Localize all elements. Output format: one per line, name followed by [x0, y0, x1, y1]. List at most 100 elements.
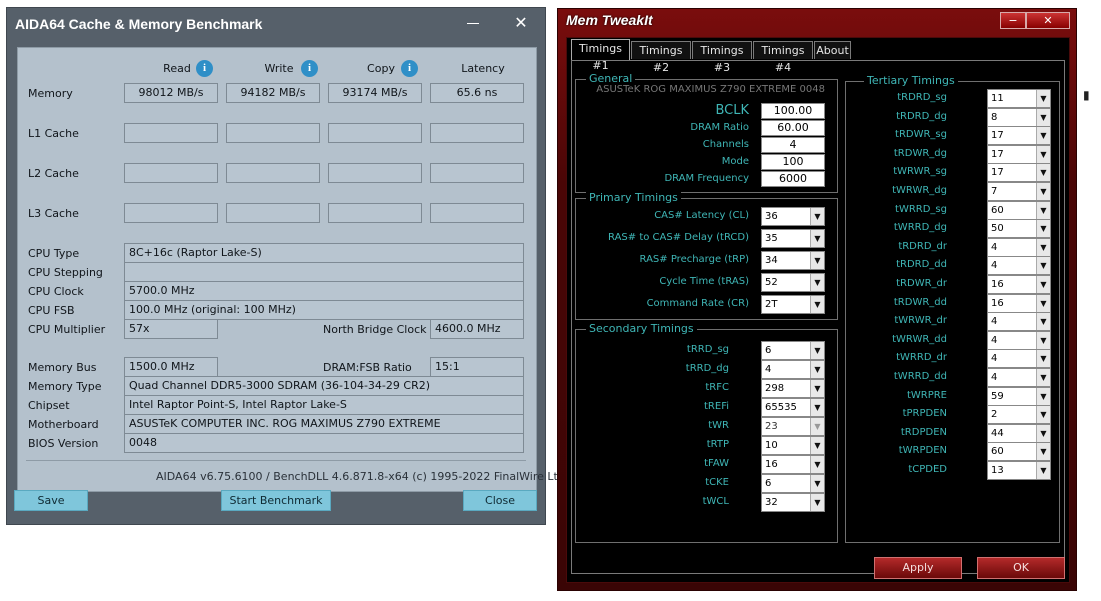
- tertiary-timing-label: tRDWR_dd: [893, 296, 947, 308]
- tertiary-timing-value: 17: [991, 167, 1004, 179]
- memory-label: Memory: [28, 87, 73, 100]
- tertiary-timing-label: tRDWR_sg: [895, 129, 947, 141]
- tertiary-timing-value: 59: [991, 390, 1004, 402]
- general-group: General ASUSTeK ROG MAXIMUS Z790 EXTREME…: [575, 72, 838, 193]
- tertiary-timing-label: tCPDED: [908, 464, 947, 475]
- tertiary-timing-dropdown[interactable]: 17 ▼: [987, 126, 1051, 146]
- tertiary-timing-dropdown[interactable]: 4 ▼: [987, 237, 1051, 257]
- dropdown-arrow-icon: ▼: [1036, 127, 1050, 145]
- mode-value: 100: [761, 154, 825, 170]
- cpu-clock-value: 5700.0 MHz: [124, 281, 524, 301]
- l2-read-value: [124, 163, 218, 183]
- tertiary-timing-dropdown[interactable]: 59 ▼: [987, 386, 1051, 406]
- memtweakit-body: Timings #1 Timings #2 Timings #3 Timings…: [566, 37, 1070, 583]
- tab-timings-4[interactable]: Timings #4: [753, 41, 813, 74]
- trp-dropdown[interactable]: 34 ▼: [761, 251, 825, 270]
- tras-dropdown[interactable]: 52 ▼: [761, 273, 825, 292]
- tertiary-timing-dropdown[interactable]: 4 ▼: [987, 312, 1051, 332]
- twcl-dropdown[interactable]: 32 ▼: [761, 493, 825, 512]
- tertiary-timing-dropdown[interactable]: 17 ▼: [987, 163, 1051, 183]
- minimize-button[interactable]: −: [1000, 12, 1026, 29]
- tab-timings-3[interactable]: Timings #3: [692, 41, 752, 74]
- tertiary-timing-label: tRDWR_dg: [893, 147, 947, 159]
- tertiary-timing-dropdown[interactable]: 16 ▼: [987, 275, 1051, 294]
- tertiary-timing-dropdown[interactable]: 8 ▼: [987, 107, 1051, 127]
- tertiary-timing-dropdown[interactable]: 16 ▼: [987, 293, 1051, 313]
- dropdown-arrow-icon: ▼: [810, 475, 824, 492]
- motherboard-value: ASUSTeK COMPUTER INC. ROG MAXIMUS Z790 E…: [124, 414, 524, 434]
- tertiary-timing-dropdown[interactable]: 60 ▼: [987, 442, 1051, 462]
- tertiary-timing-value: 17: [991, 148, 1004, 160]
- tertiary-timing-dropdown[interactable]: 7 ▼: [987, 182, 1051, 201]
- start-benchmark-button[interactable]: Start Benchmark: [221, 490, 331, 511]
- dropdown-arrow-icon: ▼: [810, 494, 824, 511]
- dropdown-arrow-icon: ▼: [1036, 350, 1050, 368]
- write-info-icon[interactable]: i: [301, 60, 318, 77]
- trcd-dropdown[interactable]: 35 ▼: [761, 229, 825, 248]
- tertiary-timing-dropdown[interactable]: 4 ▼: [987, 349, 1051, 369]
- memory-bus-label: Memory Bus: [28, 361, 97, 374]
- trrd-dg-dropdown[interactable]: 4 ▼: [761, 360, 825, 379]
- tab-timings-2[interactable]: Timings #2: [631, 41, 691, 74]
- ok-button[interactable]: OK: [977, 557, 1065, 579]
- channels-label: Channels: [702, 139, 749, 150]
- apply-button[interactable]: Apply: [874, 557, 962, 579]
- dropdown-arrow-icon: ▼: [1036, 108, 1050, 126]
- tertiary-timing-dropdown[interactable]: 4 ▼: [987, 256, 1051, 276]
- tertiary-timing-value: 2: [991, 409, 998, 421]
- chipset-label: Chipset: [28, 399, 70, 412]
- tertiary-timing-dropdown[interactable]: 50 ▼: [987, 219, 1051, 239]
- memory-read-value: 98012 MB/s: [124, 83, 218, 103]
- tertiary-timing-value: 4: [991, 260, 998, 272]
- memory-type-label: Memory Type: [28, 380, 102, 393]
- tertiary-timing-dropdown[interactable]: 13 ▼: [987, 461, 1051, 480]
- close-window-button[interactable]: ✕: [1026, 12, 1070, 29]
- timings-panel: General ASUSTeK ROG MAXIMUS Z790 EXTREME…: [571, 60, 1065, 574]
- tertiary-timing-dropdown[interactable]: 2 ▼: [987, 405, 1051, 425]
- tcke-dropdown[interactable]: 6 ▼: [761, 474, 825, 493]
- tab-about[interactable]: About: [814, 41, 851, 59]
- tab-timings-1[interactable]: Timings #1: [571, 39, 630, 72]
- tertiary-timing-dropdown[interactable]: 44 ▼: [987, 423, 1051, 443]
- window-title: Mem TweakIt: [566, 12, 653, 28]
- save-button[interactable]: Save: [14, 490, 88, 511]
- motherboard-label: Motherboard: [28, 418, 99, 431]
- l3-cache-label: L3 Cache: [28, 207, 79, 220]
- l2-cache-label: L2 Cache: [28, 167, 79, 180]
- copy-info-icon[interactable]: i: [401, 60, 418, 77]
- read-info-icon[interactable]: i: [196, 60, 213, 77]
- command-rate-label: Command Rate (CR): [646, 298, 749, 309]
- tertiary-timing-value: 44: [991, 427, 1004, 439]
- primary-timings-group: Primary Timings CAS# Latency (CL) 36 ▼ RA…: [575, 191, 838, 320]
- trrd-sg-dropdown[interactable]: 6 ▼: [761, 341, 825, 360]
- tertiary-timing-dropdown[interactable]: 17 ▼: [987, 144, 1051, 164]
- tfaw-dropdown[interactable]: 16 ▼: [761, 455, 825, 474]
- trefi-dropdown[interactable]: 65535 ▼: [761, 398, 825, 417]
- cas-latency-dropdown[interactable]: 36 ▼: [761, 207, 825, 226]
- divider: [26, 460, 526, 461]
- twr-dropdown[interactable]: 23 ▼: [761, 417, 825, 436]
- tertiary-timing-dropdown[interactable]: 4 ▼: [987, 330, 1051, 350]
- trfc-dropdown[interactable]: 298 ▼: [761, 379, 825, 398]
- memory-copy-value: 93174 MB/s: [328, 83, 422, 103]
- tertiary-timing-value: 60: [991, 446, 1004, 458]
- trp-label: RAS# Precharge (tRP): [639, 254, 749, 265]
- mode-label: Mode: [721, 156, 749, 167]
- tertiary-timing-dropdown[interactable]: 11 ▼: [987, 89, 1051, 108]
- memory-type-value: Quad Channel DDR5-3000 SDRAM (36-104-34-…: [124, 376, 524, 396]
- close-button[interactable]: Close: [463, 490, 537, 511]
- tertiary-timing-dropdown[interactable]: 4 ▼: [987, 368, 1051, 387]
- bios-version-label: BIOS Version: [28, 437, 99, 450]
- close-window-button[interactable]: ✕: [510, 12, 532, 34]
- tras-label: Cycle Time (tRAS): [659, 276, 749, 287]
- tertiary-timing-value: 4: [991, 353, 998, 365]
- trtp-dropdown[interactable]: 10 ▼: [761, 436, 825, 455]
- dropdown-arrow-icon: ▼: [1036, 462, 1050, 479]
- cpu-stepping-value: [124, 262, 524, 282]
- dropdown-arrow-icon: ▼: [810, 418, 824, 435]
- tertiary-timing-label: tRDRD_dr: [898, 240, 947, 252]
- tertiary-timing-dropdown[interactable]: 60 ▼: [987, 200, 1051, 220]
- tertiary-timings-group: Tertiary Timings tRDRD_sg 11 ▼ tRDRD_dg 8 ▼ tR…: [845, 74, 1060, 543]
- command-rate-dropdown[interactable]: 2T ▼: [761, 295, 825, 314]
- minimize-icon[interactable]: [462, 12, 484, 34]
